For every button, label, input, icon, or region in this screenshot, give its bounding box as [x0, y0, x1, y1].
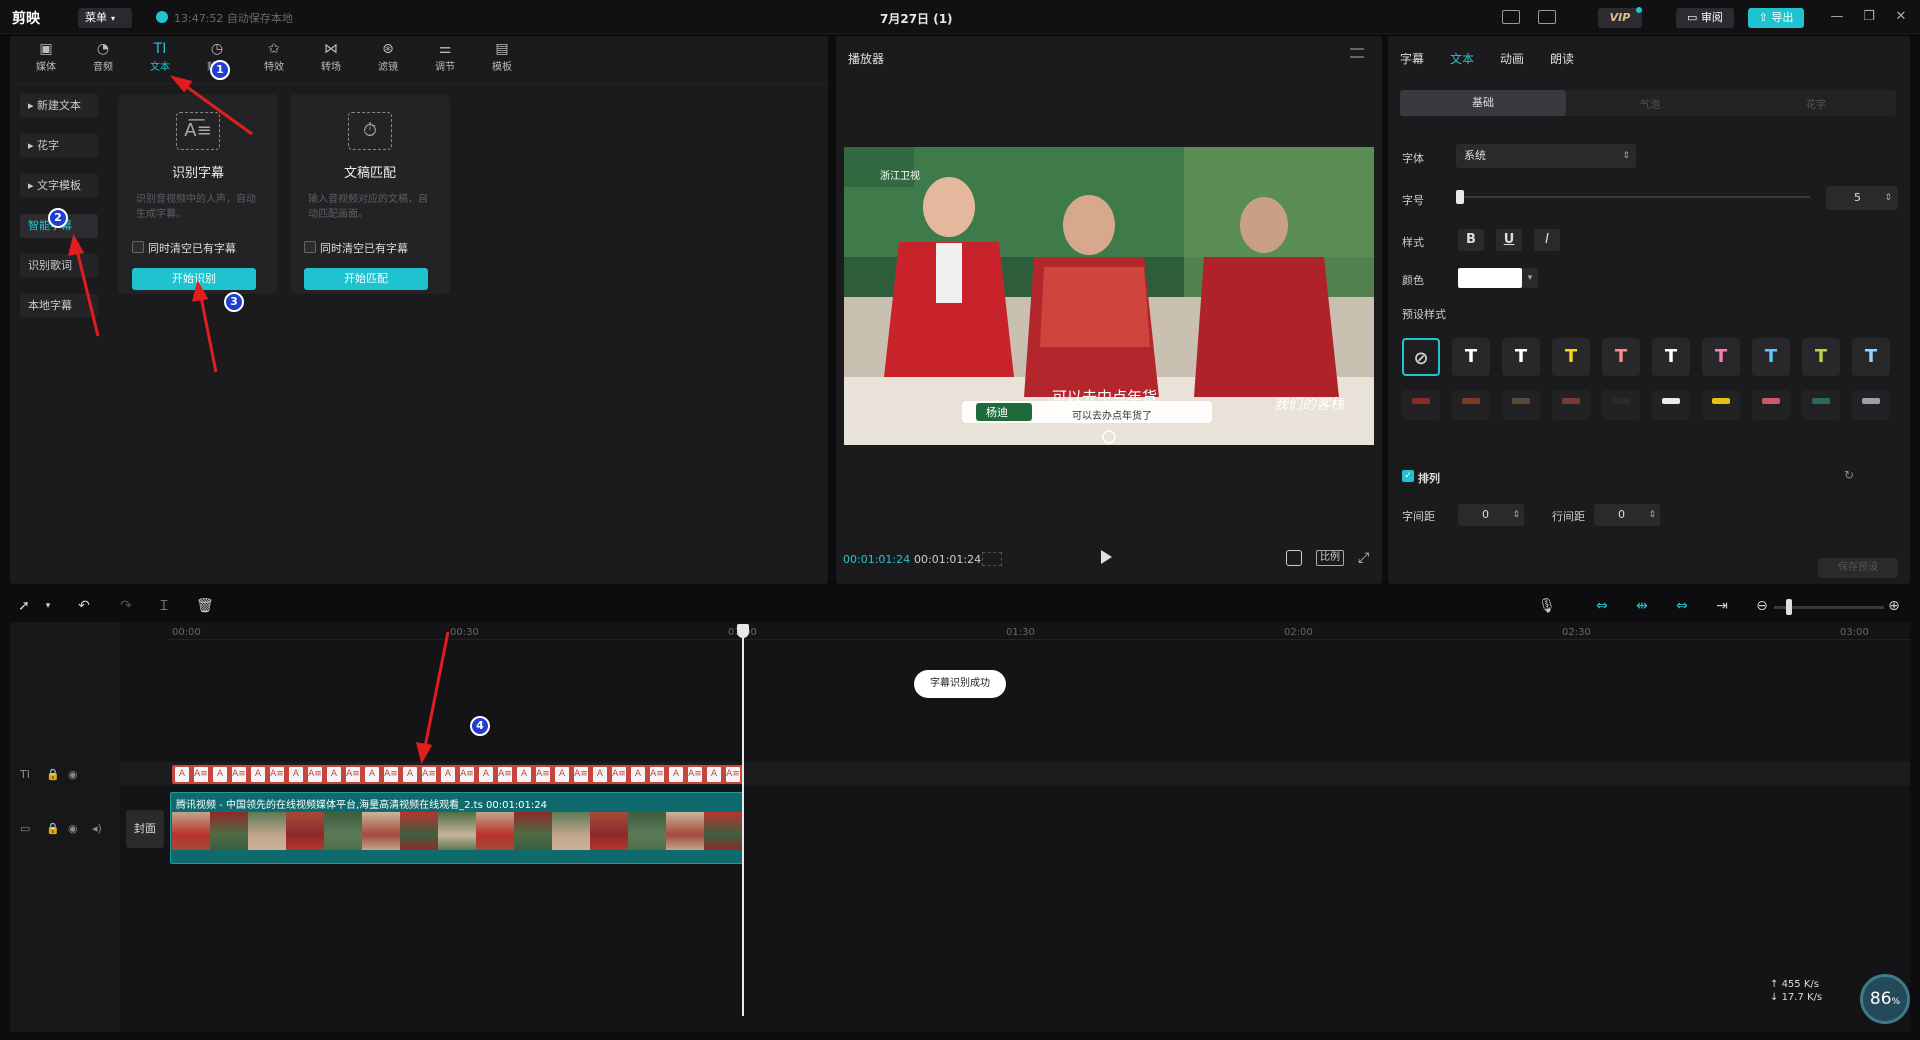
- annotation-arrows: [67, 75, 450, 764]
- performance-gauge: 86%: [1860, 974, 1910, 1024]
- annotation-badge: 2: [48, 208, 68, 228]
- annotation-badge: 4: [470, 716, 490, 736]
- download-speed: 17.7: [1781, 992, 1804, 1003]
- annotation-badge: 3: [224, 292, 244, 312]
- gauge-value: 86: [1869, 989, 1892, 1009]
- annotation-badge: 1: [210, 60, 230, 80]
- network-speed: ↑ 455 K/s ↓ 17.7 K/s: [1770, 979, 1823, 1003]
- upload-speed: 455: [1781, 979, 1801, 990]
- percent-sign: %: [1891, 997, 1901, 1007]
